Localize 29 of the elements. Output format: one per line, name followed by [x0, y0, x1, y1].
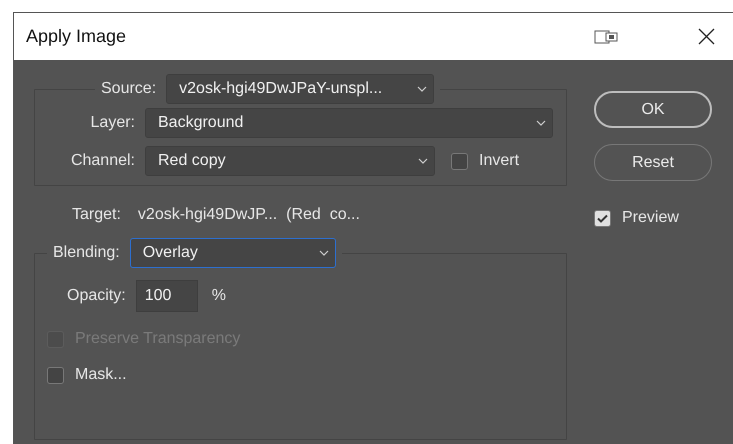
- reset-button[interactable]: Reset: [594, 144, 712, 181]
- checkbox[interactable]: [594, 210, 611, 226]
- chevron-down-icon: [318, 250, 329, 256]
- source-label: Source:: [101, 80, 156, 98]
- preview-label: Preview: [622, 209, 679, 227]
- dropdown[interactable]: v2osk-hgi49DwJPaY-unspl...: [166, 74, 434, 104]
- opacity-field[interactable]: 100: [136, 280, 198, 312]
- dropdown[interactable]: Overlay: [130, 238, 336, 268]
- opacity-label: Opacity:: [67, 287, 126, 305]
- chevron-down-icon: [417, 86, 428, 92]
- checkmark-icon: [597, 214, 608, 222]
- chevron-down-icon: [418, 158, 428, 164]
- target-label: Target:: [72, 206, 121, 224]
- checkbox[interactable]: [451, 152, 468, 170]
- percent-unit: %: [212, 287, 226, 305]
- target-value: v2osk-hgi49DwJP... (Red co...: [138, 206, 360, 224]
- checkbox[interactable]: [47, 366, 64, 384]
- window-mode-icon[interactable]: [594, 30, 618, 44]
- blending-label: Blending:: [53, 244, 120, 262]
- dropdown[interactable]: Background: [145, 108, 553, 138]
- layer-label: Layer:: [90, 114, 135, 132]
- dropdown[interactable]: Red copy: [145, 146, 435, 176]
- ok-button[interactable]: OK: [594, 91, 712, 128]
- invert-label: Invert: [479, 152, 520, 170]
- window-title: Apply Image: [26, 26, 128, 47]
- chevron-down-icon: [536, 120, 546, 126]
- close-icon[interactable]: [698, 28, 715, 45]
- option-label: Mask...: [75, 366, 127, 384]
- channel-label: Channel:: [70, 152, 135, 170]
